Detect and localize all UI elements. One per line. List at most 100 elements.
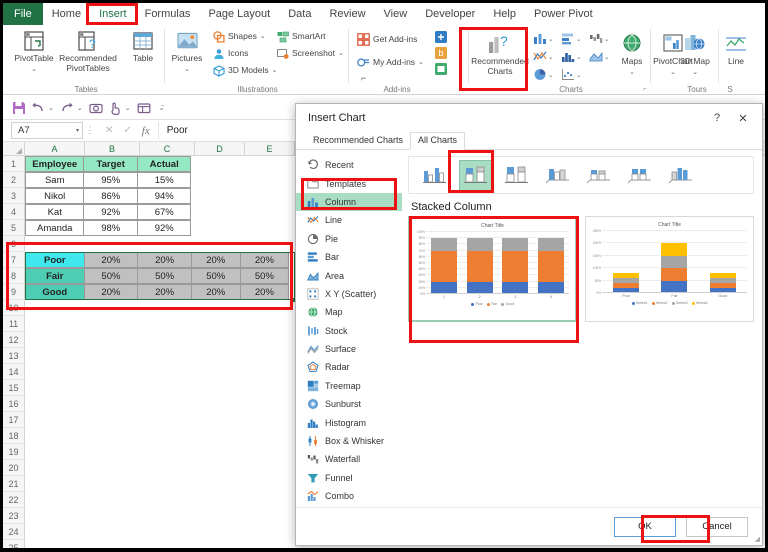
help-button[interactable]: ?	[704, 107, 730, 129]
screenshot-button[interactable]: Screenshot ⌄	[276, 47, 344, 60]
cell-A18[interactable]	[25, 428, 84, 444]
undo-icon[interactable]	[30, 100, 46, 116]
cell-B10[interactable]	[84, 300, 138, 316]
scatter-chart-dropdown[interactable]: ⌄	[561, 67, 583, 82]
cell-A10[interactable]	[25, 300, 84, 316]
row-header-9[interactable]: 9	[3, 284, 25, 300]
cell-C4[interactable]: 67%	[136, 204, 192, 220]
name-box[interactable]: A7 ▾	[11, 122, 83, 139]
cell-B13[interactable]	[84, 348, 138, 364]
chart-type-stock[interactable]: Stock	[296, 322, 402, 340]
pie-chart-dropdown[interactable]: ⌄	[533, 67, 555, 82]
cell-D7[interactable]: 20%	[190, 252, 241, 268]
chart-type-histogram[interactable]: Histogram	[296, 413, 402, 431]
ribbon-tab-developer[interactable]: Developer	[416, 3, 484, 24]
cell-C11[interactable]	[138, 316, 192, 332]
cell-E20[interactable]	[242, 460, 291, 476]
cell-A14[interactable]	[25, 364, 84, 380]
cell-E1[interactable]	[240, 156, 290, 172]
chevron-down-icon[interactable]: ⌄	[692, 69, 698, 76]
formula-bar-kebab[interactable]: ⋮	[83, 125, 97, 136]
waterfall-chart-dropdown[interactable]: ⌄	[589, 31, 611, 46]
close-button[interactable]: ✕	[730, 107, 756, 129]
sparkline-line-button[interactable]: Line	[719, 31, 753, 67]
cell-D23[interactable]	[193, 508, 242, 524]
touch-mode-icon[interactable]	[107, 100, 123, 116]
row-header-20[interactable]: 20	[3, 460, 25, 476]
cell-C1[interactable]: Actual	[136, 156, 192, 172]
cell-D21[interactable]	[193, 476, 242, 492]
row-header-18[interactable]: 18	[3, 428, 25, 444]
chart-type-radar[interactable]: Radar	[296, 358, 402, 376]
cell-D17[interactable]	[193, 412, 242, 428]
cell-E18[interactable]	[242, 428, 291, 444]
cell-B19[interactable]	[84, 444, 138, 460]
pictures-button[interactable]: Pictures ⌄	[166, 28, 208, 73]
cell-C7[interactable]: 20%	[137, 252, 192, 268]
shapes-button[interactable]: Shapes ⌄	[212, 30, 266, 43]
cell-D22[interactable]	[193, 492, 242, 508]
cell-D14[interactable]	[193, 364, 242, 380]
chevron-down-icon[interactable]: ⌄	[272, 65, 278, 76]
chart-subtype-100-percent-stacked-column[interactable]	[500, 160, 534, 191]
cell-B23[interactable]	[84, 508, 138, 524]
cell-B5[interactable]: 98%	[83, 220, 138, 236]
cell-D12[interactable]	[193, 332, 242, 348]
chart-type-column[interactable]: Column	[296, 192, 402, 212]
ribbon-tab-file[interactable]: File	[3, 3, 43, 25]
cell-C23[interactable]	[138, 508, 192, 524]
cell-A3[interactable]: Nikol	[25, 188, 85, 204]
cell-B6[interactable]	[84, 236, 138, 252]
chevron-down-icon[interactable]: ⌄	[184, 66, 190, 73]
row-header-5[interactable]: 5	[3, 220, 25, 236]
cell-A1[interactable]: Employee	[25, 156, 85, 172]
cell-A22[interactable]	[25, 492, 84, 508]
cell-A20[interactable]	[25, 460, 84, 476]
chevron-down-icon[interactable]: ▾	[76, 127, 79, 134]
cell-E6[interactable]	[242, 236, 291, 252]
chart-type-map[interactable]: Map	[296, 303, 402, 321]
3d-map-button[interactable]: 3D Map ⌄	[671, 31, 719, 76]
chart-subtype-3d-stacked-column[interactable]	[582, 160, 616, 191]
cell-A16[interactable]	[25, 396, 84, 412]
cell-D1[interactable]	[190, 156, 240, 172]
column-chart-dropdown[interactable]: ⌄	[533, 31, 555, 46]
chart-type-recent[interactable]: Recent	[296, 156, 402, 174]
recommended-pivottables-button[interactable]: ? Recommended PivotTables	[55, 28, 121, 73]
ribbon-tab-review[interactable]: Review	[320, 3, 374, 24]
cell-B2[interactable]: 95%	[83, 172, 138, 188]
cell-B20[interactable]	[84, 460, 138, 476]
dialog-tab-recommended-charts[interactable]: Recommended Charts	[306, 133, 410, 149]
cell-E23[interactable]	[242, 508, 291, 524]
cell-C8[interactable]: 50%	[137, 268, 192, 284]
select-all-corner[interactable]	[3, 142, 25, 156]
chevron-down-icon[interactable]: ⌄	[31, 66, 37, 73]
cell-B14[interactable]	[84, 364, 138, 380]
surface-chart-dropdown[interactable]: ⌄	[589, 49, 611, 64]
cell-C13[interactable]	[138, 348, 192, 364]
cell-C12[interactable]	[138, 332, 192, 348]
chart-preview-2[interactable]: Chart Title 0% 50% 100% 150% 200% 250% Poor Fair…	[585, 216, 754, 322]
cell-C18[interactable]	[138, 428, 192, 444]
cell-C22[interactable]	[138, 492, 192, 508]
cell-A17[interactable]	[25, 412, 84, 428]
chart-type-surface[interactable]: Surface	[296, 340, 402, 358]
ribbon-tab-home[interactable]: Home	[43, 3, 90, 24]
chart-type-box-whisker[interactable]: Box & Whisker	[296, 432, 402, 450]
cell-B3[interactable]: 86%	[83, 188, 138, 204]
cell-E5[interactable]	[240, 220, 290, 236]
charts-dialog-launcher[interactable]: ⌐	[643, 86, 647, 93]
cell-E9[interactable]: 20%	[239, 284, 290, 300]
pivottable-button[interactable]: PivotTable ⌄	[7, 28, 61, 73]
cancel-button[interactable]: Cancel	[686, 516, 748, 537]
cell-A6[interactable]	[25, 236, 84, 252]
column-header-D[interactable]: D	[195, 142, 245, 156]
row-header-21[interactable]: 21	[3, 476, 25, 492]
cell-E24[interactable]	[242, 524, 291, 540]
cell-D16[interactable]	[193, 396, 242, 412]
cell-C15[interactable]	[138, 380, 192, 396]
cell-A2[interactable]: Sam	[25, 172, 85, 188]
recommended-charts-button[interactable]: ? Recommended Charts	[471, 31, 529, 76]
cell-E8[interactable]: 50%	[239, 268, 290, 284]
cell-A5[interactable]: Amanda	[25, 220, 85, 236]
